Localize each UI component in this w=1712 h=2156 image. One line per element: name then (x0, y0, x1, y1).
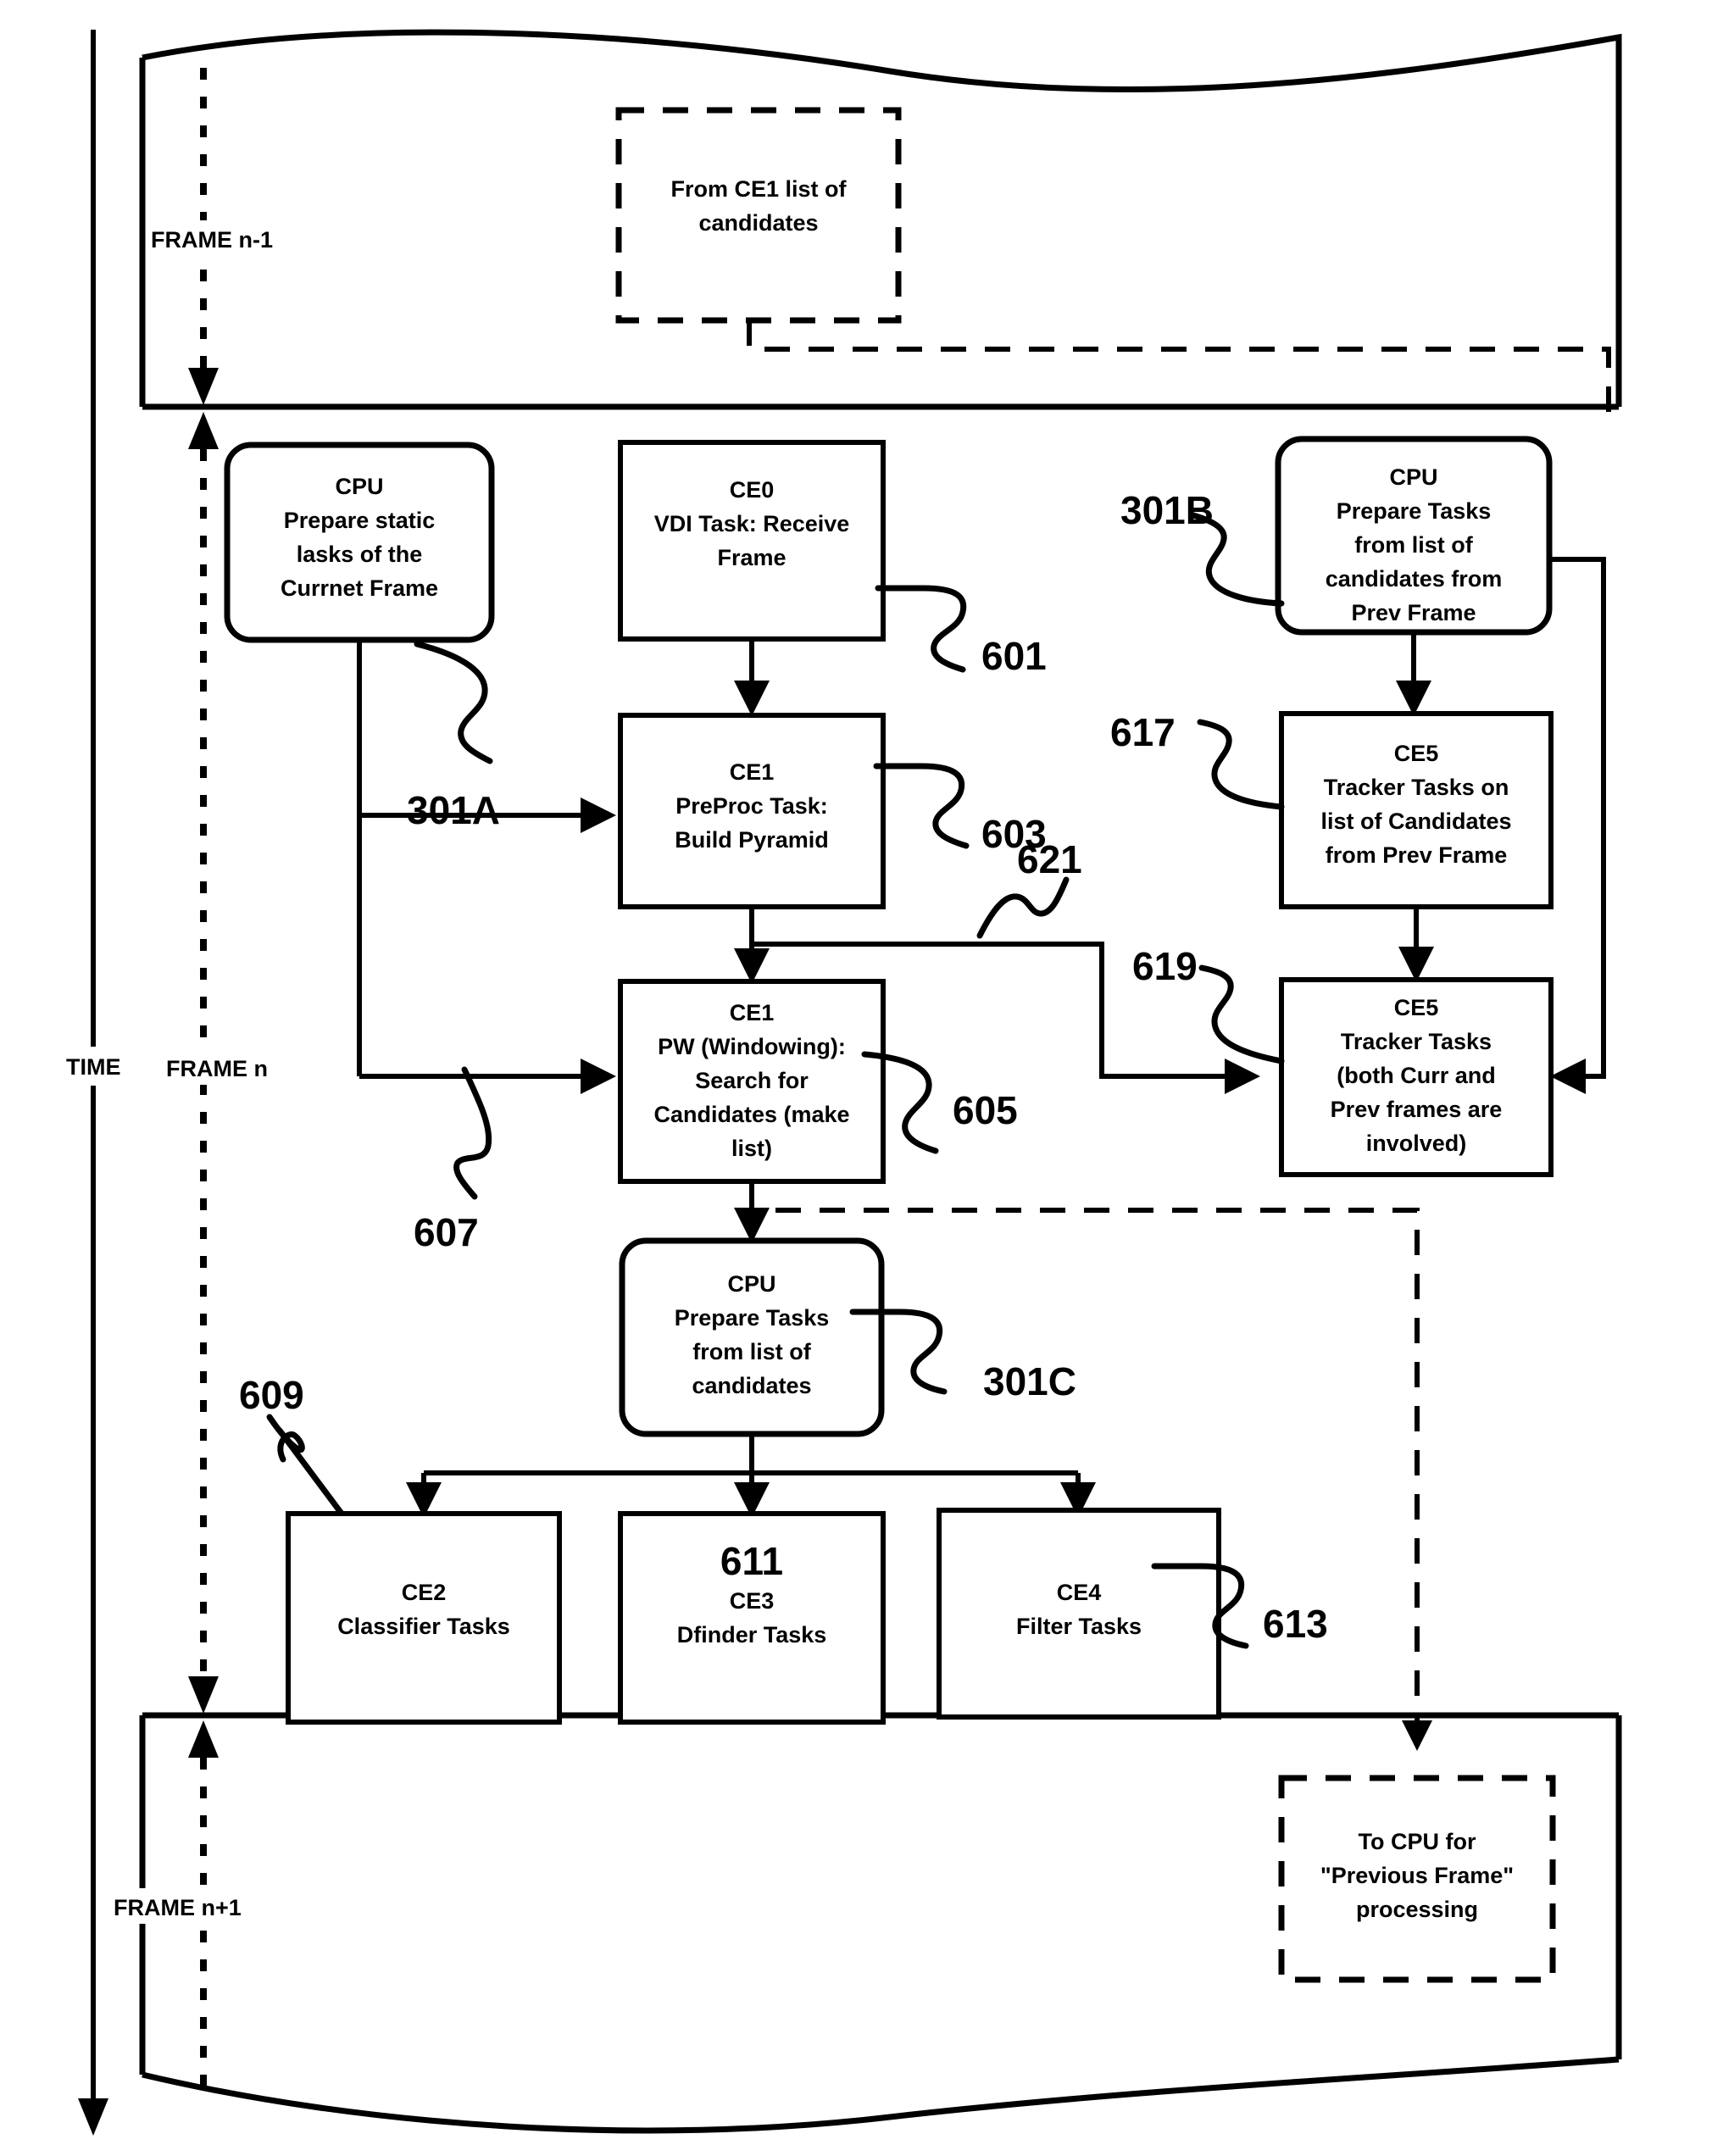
cpu-prepare-candidates-box[interactable] (619, 1237, 885, 1437)
node-from-ce1-list[interactable]: From CE1 list of candidates (615, 107, 902, 324)
cpu-static-tasks-line-2: Prepare static (284, 508, 436, 533)
ce5-prev-line-1: CE5 (1394, 741, 1439, 766)
time-axis-arrowhead (78, 2098, 108, 2136)
ref-613-label: 613 (1263, 1602, 1328, 1646)
ref-605-label: 605 (953, 1088, 1018, 1132)
ce1-pw-line-4: Candidates (make (653, 1102, 849, 1127)
leader-619 (1198, 964, 1285, 1064)
node-ce3-dfinder-tasks[interactable]: 611 CE3 Dfinder Tasks (618, 1511, 886, 1725)
ce3-line-1: CE3 (730, 1588, 775, 1614)
ce1-pw-line-3: Search for (695, 1068, 809, 1093)
cpu-prepare-prev-line-4: candidates from (1326, 566, 1503, 592)
leader-601 (875, 585, 967, 673)
node-ce0-vdi-receive-frame[interactable]: CE0 VDI Task: Receive Frame (618, 440, 886, 642)
ce1-pw-line-1: CE1 (730, 1000, 775, 1025)
ce1-preproc-line-1: CE1 (730, 759, 775, 785)
ce1-preproc-line-2: PreProc Task: (675, 793, 828, 819)
node-ce4-filter-tasks[interactable]: CE4 Filter Tasks (937, 1508, 1221, 1720)
ref-601-label: 601 (981, 634, 1047, 678)
ce0-box[interactable] (618, 440, 886, 642)
ce5-curr-prev-line-4: Prev frames are (1331, 1097, 1503, 1122)
to-cpu-prev-line-2: "Previous Frame" (1320, 1863, 1514, 1888)
time-axis-label: TIME (66, 1054, 121, 1080)
ref-619-label: 619 (1132, 944, 1198, 988)
ce5-curr-prev-line-5: involved) (1366, 1131, 1467, 1156)
frame-n-plus-1-label: FRAME n+1 (114, 1895, 242, 1920)
ref-301A-label: 301A (407, 788, 500, 832)
ce1-pw-line-2: PW (Windowing): (658, 1034, 846, 1059)
dotted-arrow-down-top (188, 368, 219, 405)
ce3-line-2: Dfinder Tasks (677, 1622, 827, 1648)
frame-n-label: FRAME n (166, 1056, 268, 1081)
ce2-line-2: Classifier Tasks (337, 1614, 510, 1639)
leader-621 (976, 876, 1070, 939)
cpu-prepare-cand-line-4: candidates (692, 1373, 811, 1398)
node-ce5-tracker-prev-frame[interactable]: CE5 Tracker Tasks on list of Candidates … (1279, 711, 1554, 909)
cpu-prepare-cand-line-2: Prepare Tasks (675, 1305, 830, 1331)
ref-301B-label: 301B (1120, 488, 1214, 532)
ce5-curr-prev-line-2: Tracker Tasks (1341, 1029, 1492, 1054)
ref-621-label: 621 (1017, 837, 1082, 881)
cpu-prepare-cand-line-1: CPU (727, 1271, 775, 1297)
leader-607 (453, 1066, 492, 1200)
ce2-line-1: CE2 (402, 1580, 447, 1605)
node-cpu-static-tasks[interactable]: CPU Prepare static lasks of the Currnet … (224, 442, 495, 643)
dotted-arrow-up-mid (188, 412, 219, 449)
cpu-prepare-prev-line-1: CPU (1389, 464, 1437, 490)
ce0-line-2: VDI Task: Receive (654, 511, 850, 536)
ce1-pw-line-5: list) (731, 1136, 772, 1161)
node-ce5-tracker-curr-prev[interactable]: CE5 Tracker Tasks (both Curr and Prev fr… (1279, 977, 1554, 1177)
frame-n-plus-1-bottom-edge (142, 2056, 1620, 2134)
from-ce1-list-line-2: candidates (698, 210, 818, 236)
ce5-curr-prev-line-1: CE5 (1394, 995, 1439, 1020)
ref-611-label: 611 (720, 1539, 783, 1583)
node-cpu-prepare-tasks-candidates[interactable]: CPU Prepare Tasks from list of candidate… (619, 1237, 885, 1437)
cpu-prepare-prev-line-3: from list of (1354, 532, 1474, 558)
leader-603 (873, 763, 970, 849)
node-ce2-classifier-tasks[interactable]: CE2 Classifier Tasks (286, 1511, 562, 1725)
ce0-line-3: Frame (717, 545, 786, 570)
node-to-cpu-prev-frame[interactable]: To CPU for "Previous Frame" processing (1278, 1775, 1556, 1983)
ce5-prev-line-2: Tracker Tasks on (1324, 775, 1509, 800)
ref-617-label: 617 (1110, 710, 1176, 754)
ref-301C-label: 301C (983, 1359, 1076, 1403)
leader-301A (414, 641, 493, 764)
node-ce1-pw-windowing[interactable]: CE1 PW (Windowing): Search for Candidate… (618, 979, 886, 1184)
edge-301B-feedback-to-ce5 (1549, 557, 1606, 1094)
cpu-prepare-cand-line-3: from list of (692, 1339, 812, 1364)
node-ce1-preproc[interactable]: CE1 PreProc Task: Build Pyramid (618, 713, 886, 909)
to-cpu-prev-line-3: processing (1356, 1897, 1478, 1922)
leader-617 (1197, 719, 1285, 810)
time-axis: TIME (51, 30, 142, 2136)
ce0-line-1: CE0 (730, 477, 775, 503)
figure-canvas: TIME FRAME n-1 FRAME n FRAME n+1 From CE… (0, 0, 1712, 2156)
cpu-prepare-prev-line-5: Prev Frame (1351, 600, 1476, 625)
ce5-curr-prev-line-3: (both Curr and (1337, 1063, 1495, 1088)
node-cpu-prepare-tasks-prev-frame[interactable]: CPU Prepare Tasks from list of candidate… (1275, 436, 1553, 636)
to-cpu-prev-line-1: To CPU for (1359, 1829, 1476, 1854)
ce5-prev-line-4: from Prev Frame (1326, 842, 1508, 868)
from-ce1-list-line-1: From CE1 list of (670, 176, 847, 202)
ce1-preproc-line-3: Build Pyramid (675, 827, 829, 853)
cpu-static-tasks-line-1: CPU (335, 474, 383, 499)
ce5-prev-line-3: list of Candidates (1320, 808, 1511, 834)
ce4-line-1: CE4 (1057, 1580, 1102, 1605)
frame-n-plus-1-band (139, 1715, 1622, 2134)
dotted-arrow-down-mid (188, 1676, 219, 1714)
pipeline-diagram: TIME FRAME n-1 FRAME n FRAME n+1 From CE… (51, 29, 1622, 2136)
ce4-line-2: Filter Tasks (1016, 1614, 1142, 1639)
ref-609-label: 609 (239, 1373, 304, 1417)
frame-n-minus-1-label: FRAME n-1 (151, 227, 273, 253)
ref-607-label: 607 (414, 1210, 479, 1254)
cpu-static-tasks-line-4: Currnet Frame (281, 575, 438, 601)
dotted-arrow-up-bottom (188, 1720, 219, 1758)
cpu-static-tasks-line-3: lasks of the (297, 542, 423, 567)
cpu-prepare-prev-line-2: Prepare Tasks (1337, 498, 1492, 524)
